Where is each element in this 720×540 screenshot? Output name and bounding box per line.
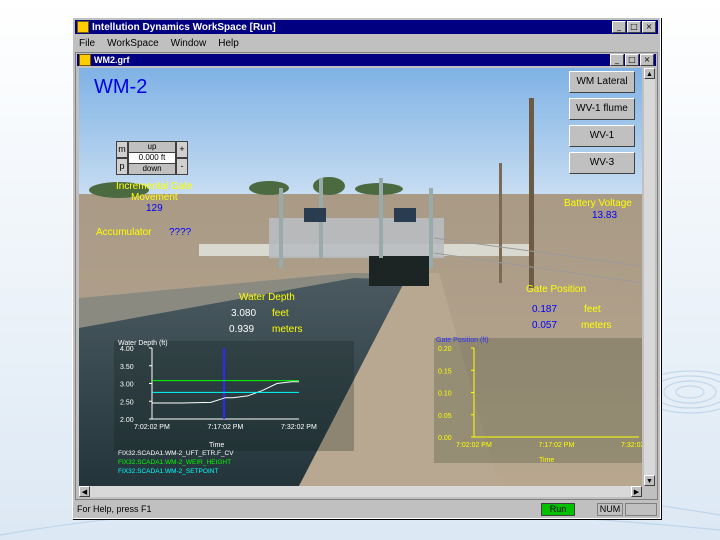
graphic-icon <box>79 54 91 66</box>
water-depth-feet: 3.080 <box>231 308 257 319</box>
chart-right-xtick: 7:32:02 PM <box>621 442 642 449</box>
chart-right-xlabel: Time <box>539 457 554 464</box>
gate-position-label: Gate Position <box>526 284 587 295</box>
status-pane <box>625 503 657 516</box>
graphic-titlebar[interactable]: WM2.grf _ □ × <box>77 54 656 66</box>
chart-left-xlabel: Time <box>209 442 224 449</box>
chart-left-legend-entry: FIX32.SCADA1.WM-2_SETPOINT <box>118 468 218 475</box>
chart-left-ytick: 3.00 <box>120 382 134 389</box>
chart-right-ytick: 0.15 <box>438 368 452 375</box>
maximize-button[interactable]: □ <box>627 21 641 33</box>
chart-left-ytick: 2.50 <box>120 399 134 406</box>
water-depth-feet-unit: feet <box>272 308 289 319</box>
incremental-label-2: Movement <box>131 192 178 203</box>
chart-left-ytick: 2.00 <box>120 417 134 424</box>
graphic-window: WM2.grf _ □ × WM-2 WM Lateral WV-1 flume… <box>75 52 658 500</box>
gate-down-button[interactable]: down <box>128 163 176 175</box>
gate-position-meters-unit: meters <box>581 320 612 331</box>
child-maximize-button[interactable]: □ <box>625 54 639 66</box>
chart-right-ytick: 0.20 <box>438 346 452 353</box>
num-lock-indicator: NUM <box>597 503 623 516</box>
chart-right-title: Gate Position (ft) <box>436 337 489 344</box>
water-depth-meters: 0.939 <box>229 324 255 335</box>
app-icon <box>77 21 89 33</box>
chart-right-ytick: 0.00 <box>438 435 452 442</box>
chart-right-ytick: 0.10 <box>438 391 452 398</box>
step-plus-key[interactable]: + <box>176 141 188 158</box>
chart-left-xtick: 7:02:02 PM <box>134 424 170 431</box>
menu-help[interactable]: Help <box>218 38 239 49</box>
chart-right-xtick: 7:02:02 PM <box>456 442 492 449</box>
mode-m-key[interactable]: m <box>116 141 128 158</box>
battery-value: 13.83 <box>592 210 618 221</box>
chart-left-ytick: 4.00 <box>120 346 134 353</box>
chart-right-xtick: 7:17:02 PM <box>539 442 575 449</box>
horizontal-scrollbar[interactable]: ◀ ▶ <box>79 486 642 497</box>
canal-photo-panel: WM-2 WM Lateral WV-1 flume WV-1 WV-3 m p… <box>79 68 642 486</box>
nav-button-wm-lateral[interactable]: WM Lateral <box>569 71 635 93</box>
chart-left-legend-entry: FIX32.SCADA1.WM-2_UFT_ETR.F_CV <box>118 450 234 457</box>
menu-workspace[interactable]: WorkSpace <box>107 38 159 49</box>
scroll-up-icon[interactable]: ▲ <box>644 68 655 79</box>
scroll-right-icon[interactable]: ▶ <box>631 486 642 497</box>
battery-label: Battery Voltage <box>564 198 632 209</box>
gate-position-feet: 0.187 <box>532 304 558 315</box>
run-indicator: Run <box>541 503 575 516</box>
incremental-label-1: Incremental Gate <box>116 181 193 192</box>
chart-left-legend-entry: FIX32.SCADA1.WM-2_WEIR_HEIGHT <box>118 459 231 466</box>
vertical-scrollbar[interactable]: ▲ ▼ <box>644 68 655 486</box>
status-bar: For Help, press F1 Run NUM <box>75 502 658 516</box>
incremental-value: 129 <box>146 203 163 214</box>
chart-left-xtick: 7:32:02 PM <box>281 424 317 431</box>
chart-left-xtick: 7:17:02 PM <box>208 424 244 431</box>
scroll-down-icon[interactable]: ▼ <box>644 475 655 486</box>
gate-position-feet-unit: feet <box>584 304 601 315</box>
water-depth-label: Water Depth <box>239 292 295 303</box>
station-title: WM-2 <box>94 76 148 98</box>
accumulator-label: Accumulator <box>96 227 152 238</box>
accumulator-value: ???? <box>169 227 192 238</box>
graphic-title: WM2.grf <box>94 55 130 65</box>
mode-p-key[interactable]: p <box>116 158 128 175</box>
chart-left-ytick: 3.50 <box>120 364 134 371</box>
water-depth-meters-unit: meters <box>272 324 303 335</box>
window-titlebar[interactable]: Intellution Dynamics WorkSpace [Run] _ □… <box>75 20 658 34</box>
nav-button-wv3[interactable]: WV-3 <box>569 152 635 174</box>
nav-button-wv1-flume[interactable]: WV-1 flume <box>569 98 635 120</box>
scroll-left-icon[interactable]: ◀ <box>79 486 90 497</box>
status-help-text: For Help, press F1 <box>77 504 152 514</box>
chart-right-ytick: 0.05 <box>438 413 452 420</box>
child-close-button[interactable]: × <box>640 54 654 66</box>
menu-bar: File WorkSpace Window Help <box>75 36 658 50</box>
menu-window[interactable]: Window <box>171 38 207 49</box>
gate-position-chart: Gate Position (ft) 0.20 0.15 0.10 0.05 0.00 7:… <box>436 337 642 464</box>
close-button[interactable]: × <box>642 21 656 33</box>
step-minus-key[interactable]: - <box>176 158 188 175</box>
nav-button-wv1[interactable]: WV-1 <box>569 125 635 147</box>
minimize-button[interactable]: _ <box>612 21 626 33</box>
gate-control-panel: m p up 0.000 ft down + - <box>116 141 188 175</box>
child-minimize-button[interactable]: _ <box>610 54 624 66</box>
water-depth-chart: Water Depth (ft)4.003.503.002.502.007:02… <box>118 340 317 475</box>
menu-file[interactable]: File <box>79 38 95 49</box>
gate-position-meters: 0.057 <box>532 320 558 331</box>
workspace-window: Intellution Dynamics WorkSpace [Run] _ □… <box>72 17 661 519</box>
window-title: Intellution Dynamics WorkSpace [Run] <box>92 21 276 33</box>
